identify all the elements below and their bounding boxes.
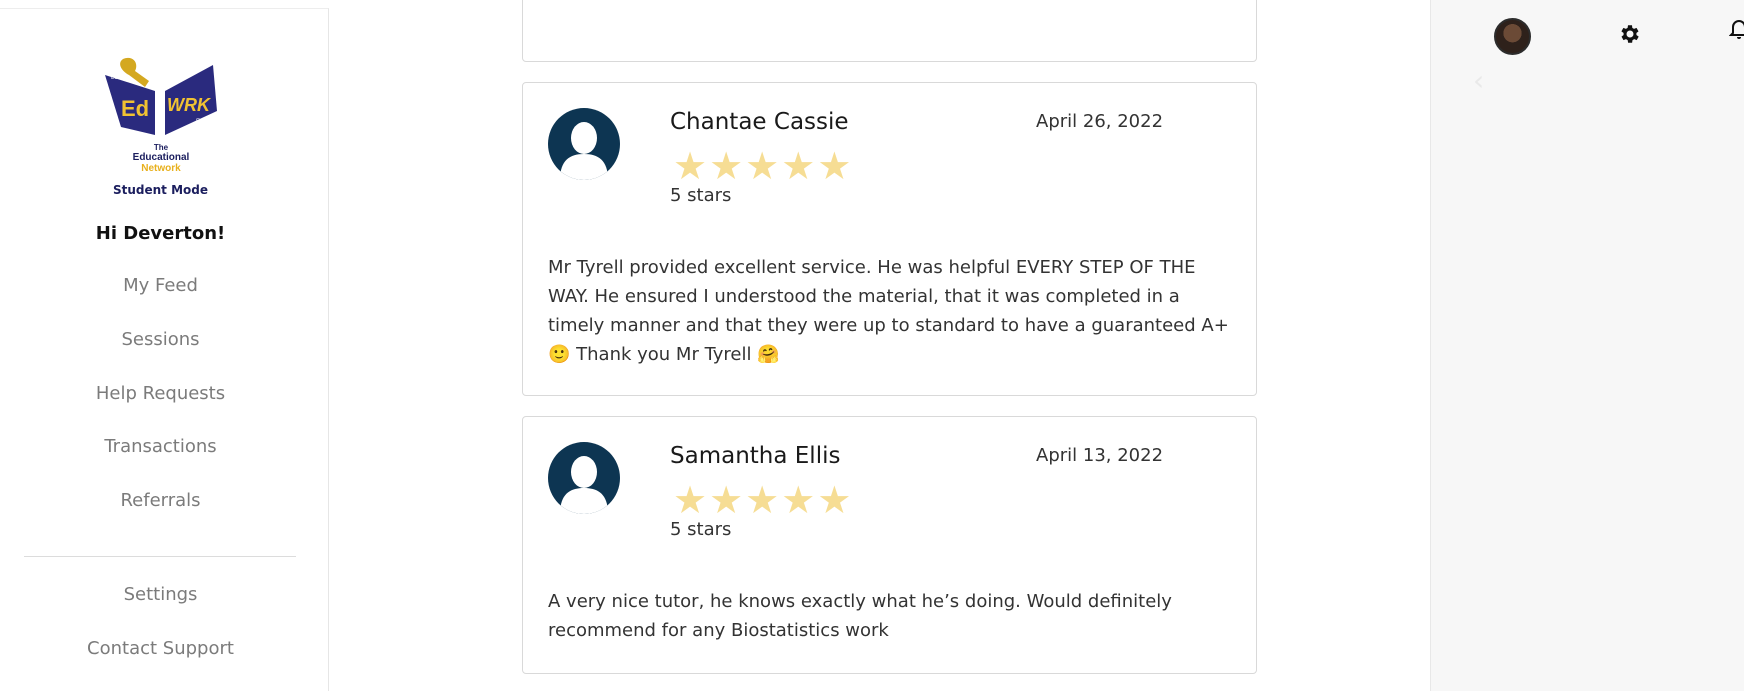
star-icon: ★ bbox=[745, 144, 780, 188]
star-icon: ★ bbox=[745, 478, 780, 522]
review-text: A very nice tutor, he knows exactly what… bbox=[548, 591, 1172, 641]
nav-item-transactions[interactable]: Transactions bbox=[0, 436, 321, 457]
rating-label: 5 stars bbox=[670, 185, 732, 206]
rating-label: 5 stars bbox=[670, 519, 732, 540]
reviewer-avatar-icon bbox=[548, 442, 620, 514]
sidebar: Learn Ed WRK Earn The Educational Networ… bbox=[0, 8, 329, 691]
bell-icon[interactable] bbox=[1729, 16, 1744, 40]
reviewer-avatar-icon bbox=[548, 108, 620, 180]
gear-icon[interactable] bbox=[1617, 22, 1641, 46]
svg-text:Educational: Educational bbox=[133, 152, 190, 163]
star-icon: ★ bbox=[673, 144, 708, 188]
star-icon: ★ bbox=[781, 478, 816, 522]
nav-item-help-requests[interactable]: Help Requests bbox=[0, 383, 321, 404]
star-icon: ★ bbox=[781, 144, 816, 188]
svg-text:Ed: Ed bbox=[121, 96, 149, 121]
star-icon: ★ bbox=[673, 478, 708, 522]
star-rating: ★ ★ ★ ★ ★ bbox=[673, 481, 851, 519]
reviewer-name: Samantha Ellis bbox=[670, 443, 841, 469]
star-rating: ★ ★ ★ ★ ★ bbox=[673, 147, 851, 185]
review-date: April 13, 2022 bbox=[1036, 445, 1164, 466]
svg-text:Network: Network bbox=[141, 163, 181, 174]
star-icon: ★ bbox=[709, 144, 744, 188]
nav-item-referrals[interactable]: Referrals bbox=[0, 490, 321, 511]
nav-item-settings[interactable]: Settings bbox=[0, 584, 321, 605]
review-card: Samantha Ellis April 13, 2022 ★ ★ ★ ★ ★ … bbox=[522, 416, 1257, 674]
greeting: Hi Deverton! bbox=[95, 223, 226, 244]
svg-text:The: The bbox=[154, 143, 169, 152]
nav-item-contact-support[interactable]: Contact Support bbox=[0, 638, 321, 659]
review-text: Mr Tyrell provided excellent service. He… bbox=[548, 257, 1229, 365]
chevron-left-icon[interactable]: ‹ bbox=[1473, 64, 1484, 97]
review-card: Chantae Cassie April 26, 2022 ★ ★ ★ ★ ★ … bbox=[522, 82, 1257, 396]
nav-item-sessions[interactable]: Sessions bbox=[0, 329, 321, 350]
review-card-previous bbox=[522, 0, 1257, 62]
svg-text:Learn: Learn bbox=[111, 75, 126, 81]
star-icon: ★ bbox=[817, 144, 852, 188]
mode-label: Student Mode bbox=[112, 183, 209, 197]
right-panel: ‹ bbox=[1430, 0, 1744, 691]
star-icon: ★ bbox=[817, 478, 852, 522]
nav-divider bbox=[24, 556, 296, 557]
review-date: April 26, 2022 bbox=[1036, 111, 1164, 132]
edwrk-logo[interactable]: Learn Ed WRK Earn The Educational Networ… bbox=[101, 53, 221, 179]
user-avatar[interactable] bbox=[1494, 18, 1531, 55]
svg-text:Earn: Earn bbox=[196, 119, 209, 125]
svg-text:WRK: WRK bbox=[167, 95, 212, 115]
reviewer-name: Chantae Cassie bbox=[670, 109, 849, 135]
star-icon: ★ bbox=[709, 478, 744, 522]
nav-item-my-feed[interactable]: My Feed bbox=[0, 275, 321, 296]
